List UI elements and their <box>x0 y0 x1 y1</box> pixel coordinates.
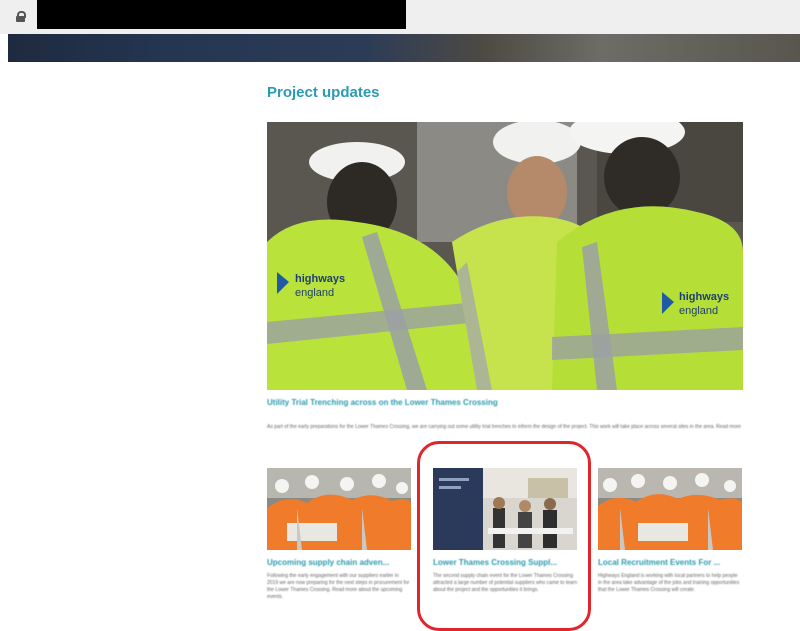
feature-headline-link[interactable]: Utility Trial Trenching across on the Lo… <box>267 398 747 407</box>
section-title: Project updates <box>267 84 380 101</box>
redacted-url <box>37 0 406 29</box>
svg-text:highways: highways <box>679 291 729 303</box>
header-banner-image <box>8 34 800 62</box>
browser-address-bar[interactable] <box>0 0 800 34</box>
svg-text:highways: highways <box>295 273 345 285</box>
card-image[interactable] <box>598 468 742 550</box>
card-title[interactable]: Local Recruitment Events For ... <box>598 558 742 567</box>
svg-text:england: england <box>295 287 334 299</box>
news-card[interactable]: Local Recruitment Events For ... Highway… <box>598 468 742 628</box>
highlight-annotation <box>417 441 591 631</box>
feature-excerpt: As part of the early preparations for th… <box>267 424 741 430</box>
card-title[interactable]: Upcoming supply chain adven... <box>267 558 411 567</box>
feature-image[interactable]: highways england highways england <box>267 122 743 390</box>
svg-text:england: england <box>679 305 718 317</box>
card-excerpt: Highways England is working with local p… <box>598 573 740 593</box>
news-card[interactable]: Upcoming supply chain adven... Following… <box>267 468 411 628</box>
card-image[interactable] <box>267 468 411 550</box>
card-excerpt: Following the early engagement with our … <box>267 573 410 600</box>
lock-icon <box>16 11 26 22</box>
